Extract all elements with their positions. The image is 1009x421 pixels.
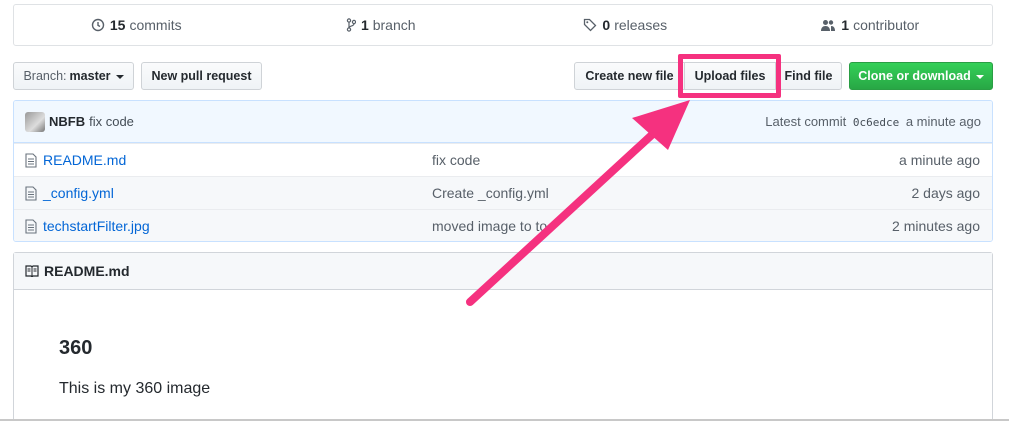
clone-or-download-button[interactable]: Clone or download <box>849 62 993 90</box>
commit-message[interactable]: fix code <box>89 114 134 129</box>
releases-count: 0 <box>602 17 611 33</box>
file-row: techstartFilter.jpg moved image to to 2 … <box>14 209 992 241</box>
branch-icon <box>346 18 356 32</box>
file-name-link[interactable]: _config.yml <box>43 185 432 201</box>
file-icon <box>25 218 37 234</box>
file-commit-message[interactable]: Create _config.yml <box>432 185 912 201</box>
readme-header: README.md <box>14 253 992 290</box>
file-commit-message[interactable]: moved image to to <box>432 218 892 234</box>
readme-panel: README.md 360 This is my 360 image <box>13 252 993 421</box>
chevron-down-icon <box>115 75 124 79</box>
branch-count: 1 <box>360 17 369 33</box>
history-icon <box>91 18 105 32</box>
file-row: _config.yml Create _config.yml 2 days ag… <box>14 176 992 209</box>
branch-label: branch <box>372 17 416 33</box>
latest-commit-info: Latest commit 0c6edce a minute ago <box>765 114 981 129</box>
find-file-button[interactable]: Find file <box>775 62 842 90</box>
avatar[interactable] <box>25 111 45 132</box>
file-name-link[interactable]: techstartFilter.jpg <box>43 218 432 234</box>
commit-sha[interactable]: 0c6edce <box>853 116 899 129</box>
file-commit-message[interactable]: fix code <box>432 152 899 168</box>
file-age: 2 days ago <box>911 185 981 201</box>
branch-name: master <box>69 69 111 83</box>
file-age: 2 minutes ago <box>892 218 980 234</box>
file-icon <box>25 152 37 168</box>
new-pull-request-button[interactable]: New pull request <box>141 62 262 90</box>
readme-header-title: README.md <box>44 263 130 279</box>
branch-select-button[interactable]: Branch: master <box>13 62 134 90</box>
tag-icon <box>584 18 597 32</box>
readme-heading: 360 <box>59 337 93 359</box>
releases-stat[interactable]: 0 releases <box>503 5 748 45</box>
readme-body-text: This is my 360 image <box>59 380 211 397</box>
file-name-link[interactable]: README.md <box>43 152 432 168</box>
commits-label: commits <box>129 17 182 33</box>
releases-label: releases <box>614 17 668 33</box>
file-age: a minute ago <box>899 152 980 168</box>
commit-author[interactable]: NBFB <box>49 114 85 129</box>
branches-stat[interactable]: 1 branch <box>259 5 504 45</box>
upload-files-highlight-box <box>678 54 781 98</box>
create-new-file-button[interactable]: Create new file <box>574 62 685 90</box>
repo-summary-bar: 15 commits 1 branch 0 releases 1 contrib… <box>13 4 993 46</box>
commits-count: 15 <box>109 17 126 33</box>
contributors-stat[interactable]: 1 contributor <box>748 5 993 45</box>
clone-or-download-label: Clone or download <box>858 69 971 83</box>
file-row: README.md fix code a minute ago <box>14 143 992 176</box>
contributor-label: contributor <box>853 17 920 33</box>
people-icon <box>821 19 836 31</box>
commit-age: a minute ago <box>905 114 981 129</box>
commits-stat[interactable]: 15 commits <box>14 5 259 45</box>
branch-prefix: Branch: <box>23 69 67 83</box>
latest-commit-prefix: Latest commit <box>765 114 847 129</box>
file-browser: NBFB fix code Latest commit 0c6edce a mi… <box>13 100 993 242</box>
chevron-down-icon <box>975 75 984 79</box>
contributor-count: 1 <box>841 17 850 33</box>
book-icon <box>25 265 39 277</box>
file-icon <box>25 185 37 201</box>
latest-commit-bar: NBFB fix code Latest commit 0c6edce a mi… <box>14 101 992 143</box>
